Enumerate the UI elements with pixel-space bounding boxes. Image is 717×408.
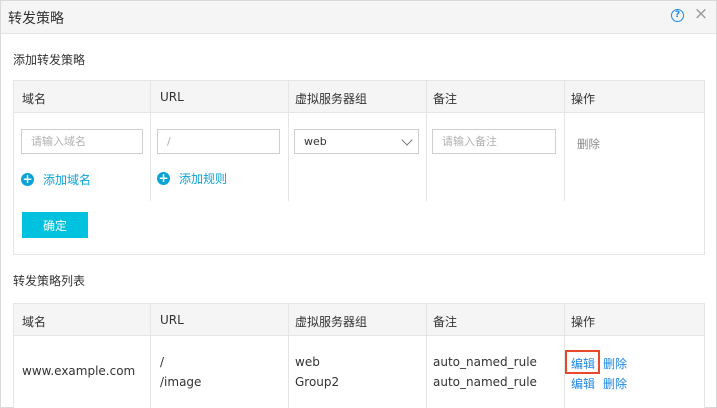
col-header-action: 操作 [571,315,596,329]
server-group-select[interactable]: web [294,129,419,154]
add-table-header: 域名 URL 虚拟服务器组 备注 操作 [14,81,704,113]
remark-input[interactable] [432,129,556,154]
add-rule-label: 添加规则 [179,171,228,186]
add-section-label: 添加转发策略 [13,53,86,67]
dialog-header: 转发策略 ? × [1,1,716,34]
confirm-button[interactable]: 确定 [22,212,88,238]
url-input[interactable] [157,129,280,154]
col-header-url: URL [160,90,184,104]
plus-circle-icon: + [21,171,34,186]
col-header-domain: 域名 [22,92,47,106]
col-header-remark: 备注 [433,92,458,106]
rule-remark: auto_named_rule [433,355,537,369]
rule-url: / [160,355,165,369]
list-section-label: 转发策略列表 [13,274,86,288]
plus-circle-icon: + [157,170,170,185]
col-header-server-group: 虚拟服务器组 [295,92,368,106]
rule-remark: auto_named_rule [433,375,537,389]
col-header-domain: 域名 [22,315,47,329]
col-header-url: URL [160,313,184,327]
delete-rule-button[interactable]: 删除 [577,136,600,152]
list-table-header: 域名 URL 虚拟服务器组 备注 操作 [14,304,704,336]
add-rule-link[interactable]: + 添加规则 [157,170,227,186]
rule-url: /image [160,375,202,389]
col-header-action: 操作 [571,92,596,106]
col-header-remark: 备注 [433,315,458,329]
highlight-box [565,350,600,374]
rule-server-group: Group2 [295,375,340,389]
row-domain: www.example.com [22,364,136,378]
domain-input[interactable] [21,129,143,154]
dialog-title: 转发策略 [8,11,64,27]
add-domain-link[interactable]: + 添加域名 [21,171,91,187]
add-policy-panel: 域名 URL 虚拟服务器组 备注 操作 web 删除 + 添加域名 + 添加规则… [13,80,705,255]
edit-rule-button[interactable]: 编辑 [571,375,595,392]
delete-rule-button[interactable]: 删除 [603,375,627,392]
close-icon[interactable]: × [693,6,709,23]
rule-server-group: web [295,355,320,369]
delete-rule-button[interactable]: 删除 [603,355,627,372]
question-circle-icon[interactable]: ? [671,9,684,22]
policy-list-table: 域名 URL 虚拟服务器组 备注 操作 www.example.com / we… [13,303,705,408]
col-header-server-group: 虚拟服务器组 [295,315,368,329]
add-domain-label: 添加域名 [43,172,92,187]
server-group-select-value: web [304,135,327,148]
chevron-down-icon [401,134,413,146]
forwarding-policy-dialog: 转发策略 ? × 添加转发策略 域名 URL 虚拟服务器组 备注 操作 web … [0,0,717,408]
